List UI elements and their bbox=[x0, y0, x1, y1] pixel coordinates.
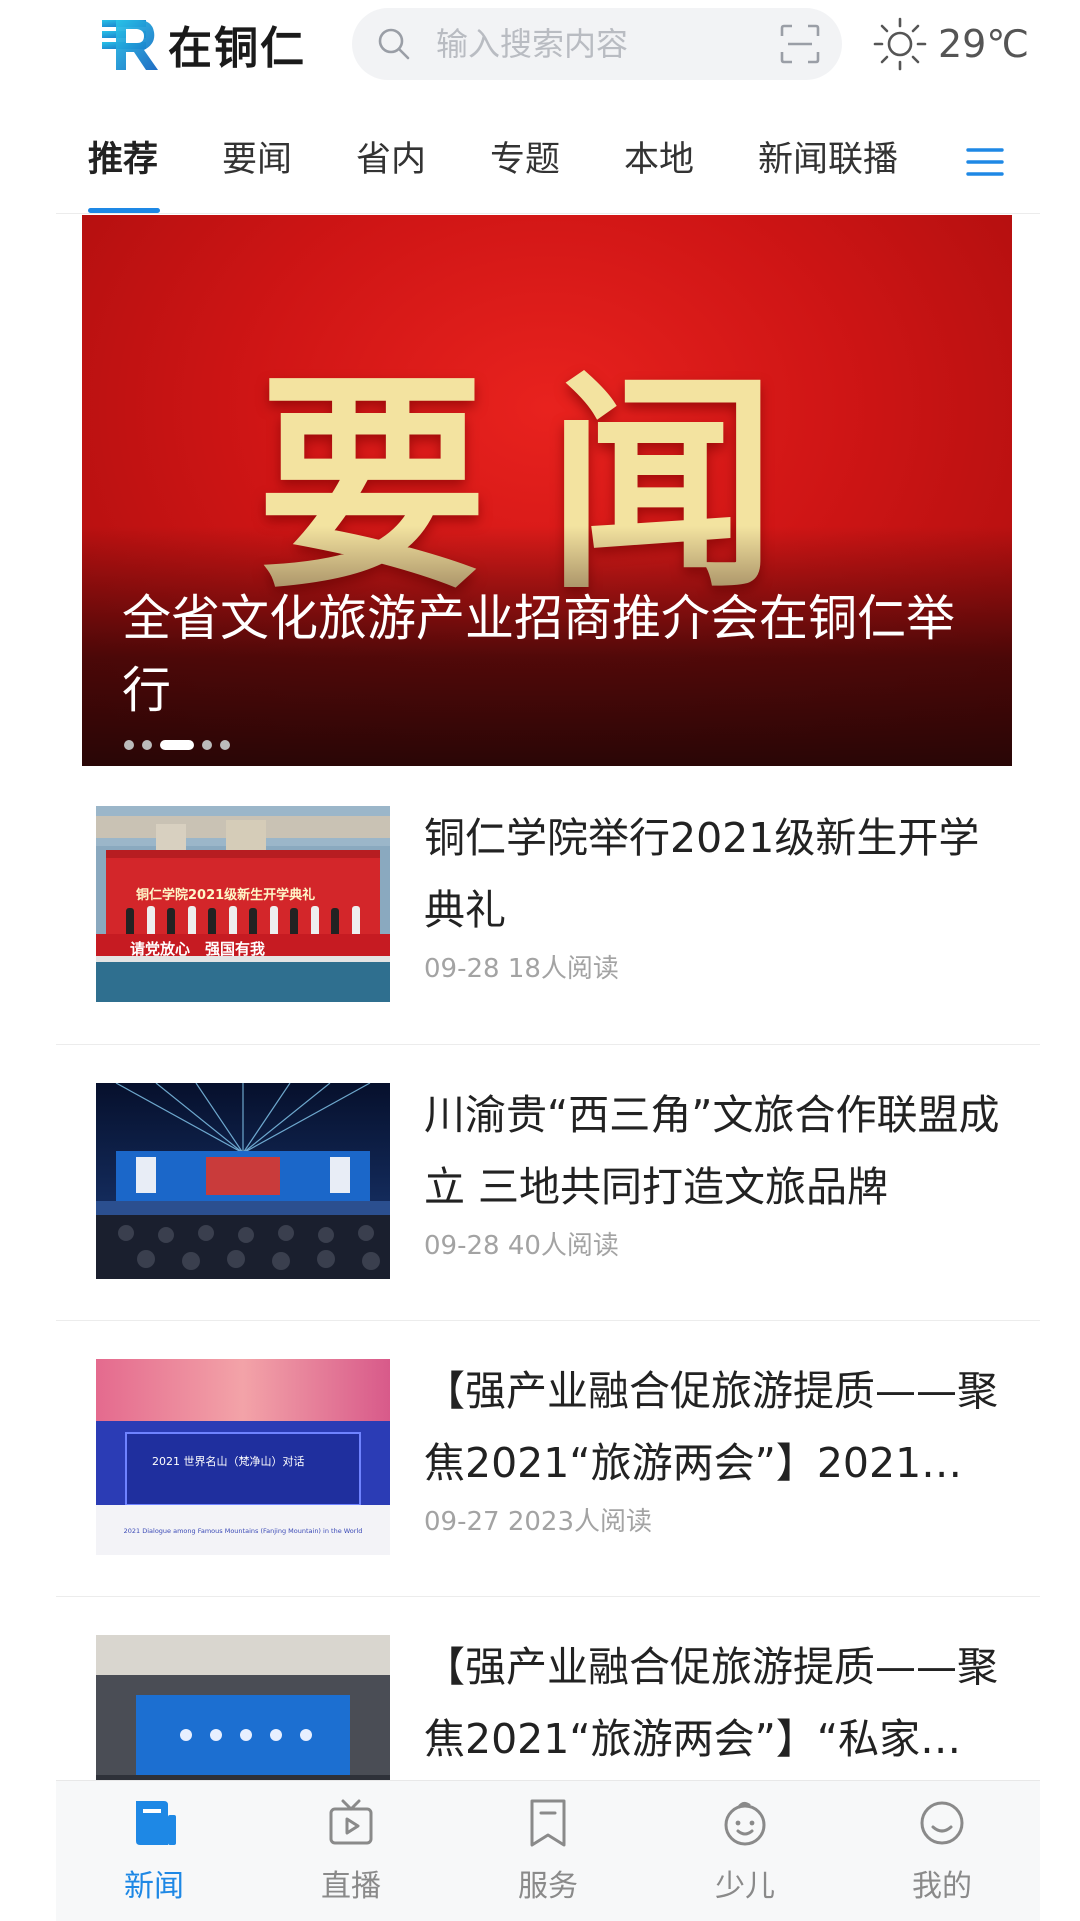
news-title: 【强产业融合促旅游提质——聚焦2021“旅游两会”】2021… bbox=[424, 1367, 998, 1487]
weather-widget[interactable]: 29℃ bbox=[872, 14, 1029, 74]
news-title: 【强产业融合促旅游提质——聚焦2021“旅游两会”】“私家… bbox=[424, 1643, 998, 1763]
carousel-dot[interactable] bbox=[202, 740, 212, 750]
carousel-dot[interactable] bbox=[124, 740, 134, 750]
news-date: 09-28 bbox=[424, 1231, 500, 1261]
news-meta: 09-28 18人阅读 bbox=[424, 948, 619, 985]
carousel-dot[interactable] bbox=[220, 740, 230, 750]
tab-topics[interactable]: 专题 bbox=[490, 138, 560, 182]
nav-kids[interactable]: 少儿 bbox=[647, 1781, 843, 1921]
smile-icon bbox=[920, 1801, 964, 1845]
tab-local[interactable]: 本地 bbox=[624, 138, 694, 182]
category-tabs: 推荐 要闻 省内 专题 本地 新闻联播 bbox=[0, 120, 1080, 215]
tab-news-broadcast[interactable]: 新闻联播 bbox=[758, 138, 898, 182]
nav-mine-label: 我的 bbox=[912, 1869, 972, 1904]
news-thumbnail: 2021 世界名山（梵净山）对话 2021 Dialogue among Fam… bbox=[96, 1359, 390, 1555]
nav-kids-label: 少儿 bbox=[715, 1869, 775, 1904]
tab-recommend[interactable]: 推荐 bbox=[88, 138, 158, 182]
thumbnail-banner-text: 铜仁学院2021级新生开学典礼 bbox=[136, 888, 316, 903]
carousel-dot[interactable] bbox=[142, 740, 152, 750]
sun-icon bbox=[873, 17, 927, 71]
news-list-item[interactable]: 2021 世界名山（梵净山）对话 2021 Dialogue among Fam… bbox=[56, 1321, 1040, 1597]
app-header: 在铜仁 输入搜索内容 29℃ bbox=[0, 0, 1080, 95]
nav-news[interactable]: 新闻 bbox=[56, 1781, 252, 1921]
nav-live-label: 直播 bbox=[321, 1869, 381, 1904]
news-list-item[interactable]: 川渝贵“西三角”文旅合作联盟成立 三地共同打造文旅品牌 09-28 40人阅读 bbox=[56, 1045, 1040, 1321]
live-tv-icon bbox=[329, 1799, 373, 1845]
logo-r-icon bbox=[102, 20, 158, 70]
featured-banner[interactable]: 要闻 全省文化旅游产业招商推介会在铜仁举行 bbox=[82, 215, 1012, 766]
thumbnail-stage-caption: 2021 Dialogue among Famous Mountains (Fa… bbox=[123, 1527, 363, 1535]
news-title: 川渝贵“西三角”文旅合作联盟成立 三地共同打造文旅品牌 bbox=[424, 1091, 1000, 1211]
news-meta: 09-28 40人阅读 bbox=[424, 1225, 619, 1262]
search-icon bbox=[378, 28, 410, 60]
news-title: 铜仁学院举行2021级新生开学典礼 bbox=[424, 814, 980, 934]
app-logo[interactable]: 在铜仁 bbox=[100, 14, 306, 74]
kid-face-icon bbox=[724, 1801, 766, 1846]
nav-services[interactable]: 服务 bbox=[450, 1781, 646, 1921]
news-read-count: 40人阅读 bbox=[507, 1231, 619, 1261]
thumbnail-people-row bbox=[126, 904, 360, 934]
news-icon bbox=[136, 1801, 176, 1845]
nav-live[interactable]: 直播 bbox=[253, 1781, 449, 1921]
carousel-dot-active[interactable] bbox=[160, 740, 194, 750]
search-bar[interactable]: 输入搜索内容 bbox=[352, 8, 842, 80]
scan-icon[interactable] bbox=[780, 24, 820, 64]
search-placeholder: 输入搜索内容 bbox=[436, 25, 629, 63]
news-read-count: 2023人阅读 bbox=[507, 1507, 652, 1537]
tab-headlines[interactable]: 要闻 bbox=[222, 138, 292, 182]
weather-temperature: 29℃ bbox=[938, 22, 1030, 66]
news-date: 09-27 bbox=[424, 1507, 500, 1537]
stage-photo-illustration bbox=[96, 1083, 390, 1279]
banner-title: 全省文化旅游产业招商推介会在铜仁举行 bbox=[122, 590, 956, 719]
app-name: 在铜仁 bbox=[168, 23, 306, 74]
news-thumbnail: 铜仁学院2021级新生开学典礼 请党放心 强国有我 bbox=[96, 806, 390, 1002]
news-date: 09-28 bbox=[424, 954, 500, 984]
bookmark-icon bbox=[530, 1799, 566, 1847]
tabs-divider bbox=[56, 213, 1040, 214]
carousel-indicator bbox=[124, 740, 238, 750]
nav-services-label: 服务 bbox=[518, 1869, 578, 1904]
bottom-navigation: 新闻 直播 服务 少儿 我的 bbox=[56, 1780, 1040, 1921]
news-meta: 09-27 2023人阅读 bbox=[424, 1501, 652, 1538]
thumbnail-stage-title: 2021 世界名山（梵净山）对话 bbox=[152, 1455, 305, 1468]
nav-news-label: 新闻 bbox=[124, 1869, 184, 1904]
tab-province[interactable]: 省内 bbox=[356, 138, 426, 182]
thumbnail-slogan: 请党放心 强国有我 bbox=[130, 940, 266, 958]
nav-mine[interactable]: 我的 bbox=[844, 1781, 1040, 1921]
news-read-count: 18人阅读 bbox=[507, 954, 619, 984]
news-thumbnail bbox=[96, 1083, 390, 1279]
menu-icon[interactable] bbox=[965, 142, 1005, 182]
news-list-item[interactable]: 铜仁学院2021级新生开学典礼 请党放心 强国有我 铜仁学院举行2021级新生开… bbox=[56, 768, 1040, 1044]
